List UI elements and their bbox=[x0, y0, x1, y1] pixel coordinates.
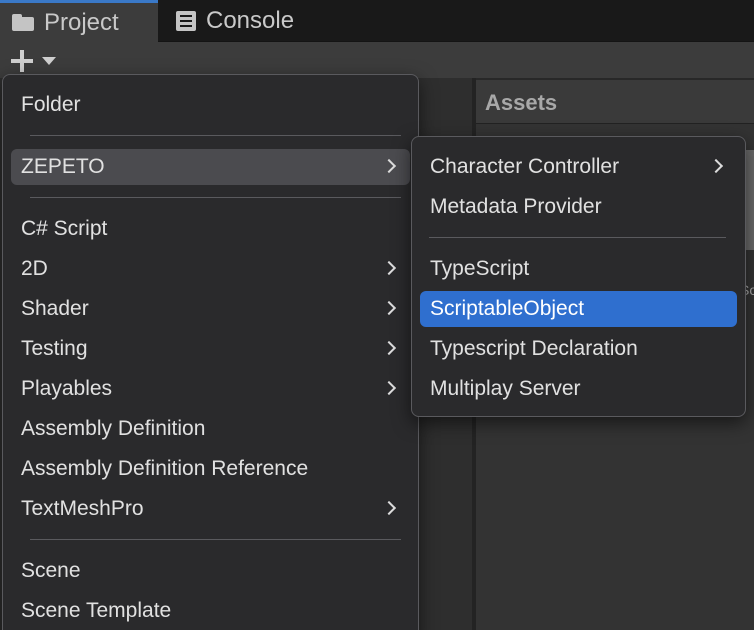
menu-item-assembly-definition[interactable]: Assembly Definition bbox=[11, 411, 410, 447]
submenu-item-character-controller[interactable]: Character Controller bbox=[420, 149, 737, 185]
submenu-item-typescript-declaration[interactable]: Typescript Declaration bbox=[420, 331, 737, 367]
menu-item-csharp-script[interactable]: C# Script bbox=[11, 211, 410, 247]
menu-separator bbox=[30, 197, 401, 198]
menu-item-label: TypeScript bbox=[430, 257, 530, 280]
caret-down-icon bbox=[42, 57, 56, 65]
unity-editor-window: Project Console Assets So Folder ZEPETO bbox=[0, 0, 754, 630]
assets-header: Assets bbox=[476, 80, 754, 124]
plus-icon bbox=[10, 49, 34, 73]
menu-item-zepeto[interactable]: ZEPETO bbox=[11, 149, 410, 185]
tab-project-label: Project bbox=[44, 8, 119, 36]
menu-item-testing[interactable]: Testing bbox=[11, 331, 410, 367]
menu-item-label: ZEPETO bbox=[21, 155, 105, 178]
menu-item-label: Assembly Definition bbox=[21, 417, 206, 440]
chevron-right-icon bbox=[381, 380, 397, 396]
tab-console[interactable]: Console bbox=[176, 0, 294, 42]
console-icon bbox=[176, 11, 196, 31]
menu-item-label: ScriptableObject bbox=[430, 297, 585, 320]
folder-icon bbox=[12, 14, 34, 31]
menu-item-label: Metadata Provider bbox=[430, 195, 602, 218]
menu-item-label: Scene bbox=[21, 559, 81, 582]
menu-item-label: C# Script bbox=[21, 217, 108, 240]
chevron-right-icon bbox=[381, 340, 397, 356]
menu-item-label: Testing bbox=[21, 337, 88, 360]
menu-item-label: Scene Template bbox=[21, 599, 172, 622]
menu-item-label: Folder bbox=[21, 93, 81, 116]
menu-item-label: Shader bbox=[21, 297, 89, 320]
menu-item-shader[interactable]: Shader bbox=[11, 291, 410, 327]
menu-separator bbox=[30, 135, 401, 136]
submenu-item-multiplay-server[interactable]: Multiplay Server bbox=[420, 371, 737, 407]
chevron-right-icon bbox=[381, 500, 397, 516]
project-toolbar bbox=[0, 42, 754, 78]
menu-separator bbox=[429, 237, 726, 238]
submenu-item-metadata-provider[interactable]: Metadata Provider bbox=[420, 189, 737, 225]
menu-item-playables[interactable]: Playables bbox=[11, 371, 410, 407]
chevron-right-icon bbox=[381, 260, 397, 276]
menu-item-scene[interactable]: Scene bbox=[11, 553, 410, 589]
tab-project[interactable]: Project bbox=[0, 0, 158, 42]
menu-item-2d[interactable]: 2D bbox=[11, 251, 410, 287]
menu-item-label: Playables bbox=[21, 377, 113, 400]
menu-item-label: 2D bbox=[21, 257, 48, 280]
create-button[interactable] bbox=[10, 48, 64, 74]
chevron-right-icon bbox=[381, 300, 397, 316]
menu-item-label: Typescript Declaration bbox=[430, 337, 638, 360]
menu-item-textmeshpro[interactable]: TextMeshPro bbox=[11, 491, 410, 527]
zepeto-submenu: Character Controller Metadata Provider T… bbox=[411, 136, 746, 417]
chevron-right-icon bbox=[381, 158, 397, 174]
tab-bar: Project Console bbox=[0, 0, 754, 42]
create-menu: Folder ZEPETO C# Script 2D Shader Testin… bbox=[2, 74, 419, 630]
menu-item-scene-template[interactable]: Scene Template bbox=[11, 593, 410, 629]
submenu-item-scriptableobject[interactable]: ScriptableObject bbox=[420, 291, 737, 327]
menu-item-label: Character Controller bbox=[430, 155, 620, 178]
menu-item-label: TextMeshPro bbox=[21, 497, 144, 520]
menu-item-label: Assembly Definition Reference bbox=[21, 457, 309, 480]
menu-separator bbox=[30, 539, 401, 540]
chevron-right-icon bbox=[708, 158, 724, 174]
menu-item-label: Multiplay Server bbox=[430, 377, 581, 400]
menu-item-folder[interactable]: Folder bbox=[11, 87, 410, 123]
menu-item-assembly-definition-reference[interactable]: Assembly Definition Reference bbox=[11, 451, 410, 487]
submenu-item-typescript[interactable]: TypeScript bbox=[420, 251, 737, 287]
tab-console-label: Console bbox=[206, 7, 295, 34]
